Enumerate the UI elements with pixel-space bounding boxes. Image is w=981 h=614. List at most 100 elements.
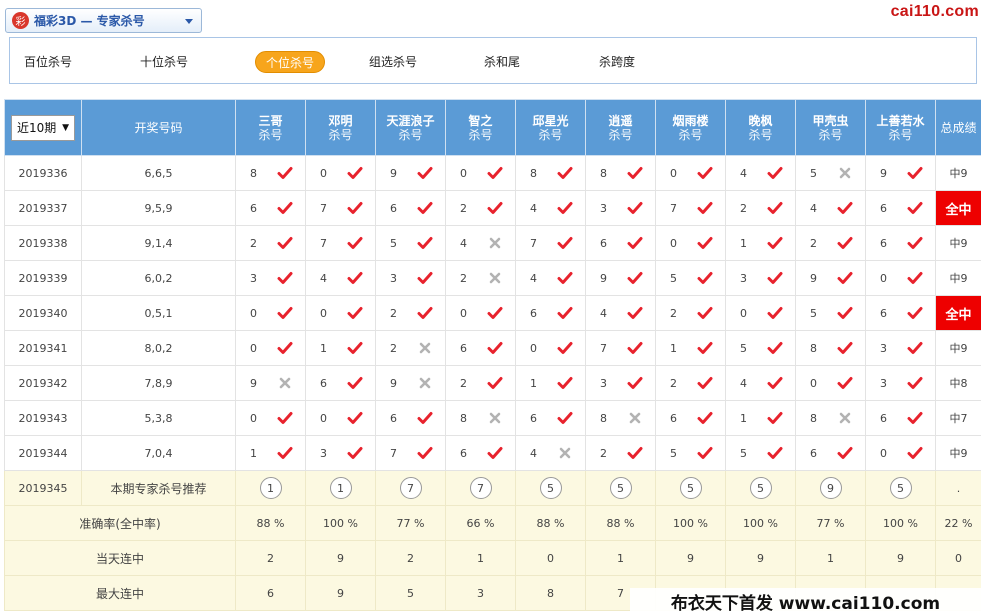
kill-cell: 6 <box>375 190 446 226</box>
tab-3[interactable]: 组选杀号 <box>369 51 417 73</box>
tab-1[interactable]: 十位杀号 <box>140 51 188 73</box>
kill-number: 6 <box>600 236 607 250</box>
kill-cell: 4 <box>585 295 656 331</box>
tab-0[interactable]: 百位杀号 <box>24 51 72 73</box>
check-icon <box>627 446 643 460</box>
draw-number-cell: 5,3,8 <box>81 400 236 436</box>
kill-number: 8 <box>810 411 817 425</box>
kill-cell: 4 <box>515 435 586 471</box>
kill-cell-content: 3 <box>376 271 445 285</box>
kill-cell: 5 <box>655 260 726 296</box>
kill-cell: 6 <box>655 400 726 436</box>
expert-header[interactable]: 邓明 杀号 <box>305 99 376 156</box>
kill-number: 6 <box>460 446 467 460</box>
kill-cell-content: 8 <box>236 166 305 180</box>
period-cell: 2019336 <box>4 155 82 191</box>
check-icon <box>277 446 293 460</box>
kill-number: 9 <box>600 271 607 285</box>
check-icon <box>907 411 923 425</box>
expert-header[interactable]: 邱星光 杀号 <box>515 99 586 156</box>
expert-name: 烟雨楼 <box>672 113 709 128</box>
kill-cell-content: 9 <box>796 271 865 285</box>
kill-number: 3 <box>600 376 607 390</box>
expert-header[interactable]: 上善若水 杀号 <box>865 99 936 156</box>
recommend-cell: 5 <box>865 470 936 506</box>
cross-icon <box>557 446 573 460</box>
kill-number: 0 <box>880 271 887 285</box>
kill-cell: 1 <box>235 435 306 471</box>
kill-cell: 0 <box>655 155 726 191</box>
check-icon <box>627 306 643 320</box>
kill-number: 0 <box>320 166 327 180</box>
cross-icon <box>487 411 503 425</box>
expert-header[interactable]: 智之 杀号 <box>445 99 516 156</box>
kill-cell-content: 2 <box>376 306 445 320</box>
period-cell: 2019345 <box>4 470 82 506</box>
expert-header[interactable]: 天涯浪子 杀号 <box>375 99 446 156</box>
total-result-cell: 中7 <box>935 400 981 436</box>
kill-cell-content: 5 <box>656 271 725 285</box>
kill-cell: 9 <box>375 365 446 401</box>
expert-header[interactable]: 晚枫 杀号 <box>725 99 796 156</box>
lottery-title: 福彩3D — 专家杀号 <box>34 14 145 28</box>
kill-number: 9 <box>880 166 887 180</box>
kill-number: 5 <box>740 341 747 355</box>
period-range-select[interactable]: 近10期 ▼ <box>11 114 75 141</box>
check-icon <box>557 411 573 425</box>
stats-value: 9 <box>305 575 376 611</box>
stats-value: 100 % <box>305 505 376 541</box>
tab-4[interactable]: 杀和尾 <box>484 51 520 73</box>
cross-icon <box>277 376 293 390</box>
expert-header[interactable]: 逍遥 杀号 <box>585 99 656 156</box>
stats-value: 88 % <box>515 505 586 541</box>
check-icon <box>907 446 923 460</box>
draw-number-cell: 7,8,9 <box>81 365 236 401</box>
kill-cell: 4 <box>515 260 586 296</box>
expert-header[interactable]: 三哥 杀号 <box>235 99 306 156</box>
kill-number: 8 <box>460 411 467 425</box>
table-row: 2019336 6,6,5 8 0 9 0 8 8 0 4 5 9 中9 <box>4 155 981 191</box>
table-row: 2019338 9,1,4 2 7 5 4 7 6 0 1 2 6 中9 <box>4 225 981 261</box>
kill-cell: 7 <box>655 190 726 226</box>
draw-number-cell: 6,0,2 <box>81 260 236 296</box>
kill-cell-content: 6 <box>866 411 935 425</box>
expert-sub-label: 杀号 <box>818 127 843 142</box>
check-icon <box>277 411 293 425</box>
stats-value: 88 % <box>585 505 656 541</box>
check-icon <box>487 341 503 355</box>
expert-header[interactable]: 烟雨楼 杀号 <box>655 99 726 156</box>
tab-5[interactable]: 杀跨度 <box>599 51 635 73</box>
kill-number: 0 <box>740 306 747 320</box>
kill-cell: 6 <box>865 225 936 261</box>
kill-cell-content: 7 <box>376 446 445 460</box>
tab-2[interactable]: 个位杀号 <box>255 51 326 73</box>
total-result-cell: 中9 <box>935 435 981 471</box>
kill-cell-content: 1 <box>516 376 585 390</box>
recommend-number: 5 <box>679 477 702 499</box>
expert-header[interactable]: 甲壳虫 杀号 <box>795 99 866 156</box>
check-icon <box>767 411 783 425</box>
cross-icon <box>417 376 433 390</box>
kill-cell-content: 5 <box>726 446 795 460</box>
total-result-cell: 中9 <box>935 155 981 191</box>
kill-cell-content: 4 <box>516 201 585 215</box>
kill-cell-content: 0 <box>866 271 935 285</box>
kill-number: 2 <box>460 201 467 215</box>
lottery-type-dropdown[interactable]: 彩 福彩3D — 专家杀号 <box>5 8 202 33</box>
check-icon <box>417 166 433 180</box>
site-logo: cai110.com <box>890 3 979 20</box>
kill-cell: 4 <box>445 225 516 261</box>
recommend-cell: 7 <box>445 470 516 506</box>
check-icon <box>767 236 783 250</box>
check-icon <box>277 341 293 355</box>
check-icon <box>837 271 853 285</box>
kill-cell-content: 8 <box>586 411 655 425</box>
kill-cell-content: 6 <box>376 201 445 215</box>
kill-cell: 0 <box>305 155 376 191</box>
kill-cell-content: 6 <box>866 201 935 215</box>
check-icon <box>347 236 363 250</box>
check-icon <box>417 446 433 460</box>
kill-number: 4 <box>530 446 537 460</box>
recommend-row: 2019345 本期专家杀号推荐 1 1 7 7 5 5 5 5 9 5. <box>4 470 981 506</box>
kill-cell: 0 <box>445 155 516 191</box>
